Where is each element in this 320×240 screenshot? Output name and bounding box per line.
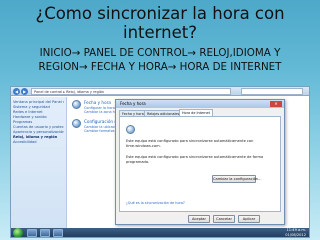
date-time-dialog: Fecha y hora ✕ Fecha y hora Relojes adic… xyxy=(115,99,285,225)
forward-icon[interactable]: ▶ xyxy=(21,88,28,95)
slide-title: ¿Como sincronizar la hora con internet? xyxy=(0,4,320,42)
back-icon[interactable]: ◀ xyxy=(13,88,20,95)
taskbar-clock[interactable]: 11:49 a.m. 01/08/2012 xyxy=(285,228,306,237)
tab-internet-time[interactable]: Hora de Internet xyxy=(179,109,213,116)
media-player-icon[interactable] xyxy=(40,229,50,237)
cancel-button[interactable]: Cancelar xyxy=(213,215,235,223)
internet-time-panel: Este equipo está configurado para sincro… xyxy=(119,116,281,212)
clock-date: 01/08/2012 xyxy=(285,233,306,237)
left-pane: Ventana principal del Panel de control S… xyxy=(11,97,67,228)
slide-subtitle: INICIO→ PANEL DE CONTROL→ RELOJ,IDIOMA Y… xyxy=(0,46,320,74)
sync-status-text: Este equipo está configurado para sincro… xyxy=(126,139,254,148)
ok-button[interactable]: Aceptar xyxy=(188,215,210,223)
change-settings-button[interactable]: Cambiar la configuración... xyxy=(212,175,262,183)
left-pane-item[interactable]: Accesibilidad xyxy=(13,140,64,145)
apply-button[interactable]: Aplicar xyxy=(238,215,260,223)
dialog-title: Fecha y hora xyxy=(120,101,146,106)
explorer-icon[interactable] xyxy=(27,229,37,237)
control-panel-icon[interactable] xyxy=(53,229,63,237)
dialog-titlebar: Fecha y hora ✕ xyxy=(116,100,284,108)
sync-schedule-text: Este equipo está configurado para sincro… xyxy=(126,155,264,164)
address-field[interactable]: Panel de control ▸ Reloj, idioma y regió… xyxy=(31,88,231,95)
windows-screenshot: ◀ ▶ Panel de control ▸ Reloj, idioma y r… xyxy=(10,86,310,238)
taskbar: 11:49 a.m. 01/08/2012 xyxy=(11,228,309,237)
subtitle-line-1: INICIO→ PANEL DE CONTROL→ RELOJ,IDIOMA Y xyxy=(39,47,281,59)
globe-icon xyxy=(72,119,81,128)
address-bar: ◀ ▶ Panel de control ▸ Reloj, idioma y r… xyxy=(11,87,309,96)
subtitle-line-2: REGION→ FECHA Y HORA→ HORA DE INTERNET xyxy=(38,61,282,73)
slide-title-text: ¿Como sincronizar la hora con internet? xyxy=(35,4,285,42)
globe-clock-icon xyxy=(126,125,135,134)
sync-help-link[interactable]: ¿Qué es la sincronización de hora? xyxy=(126,201,185,205)
clock-icon xyxy=(72,100,81,109)
category-title[interactable]: Fecha y hora xyxy=(84,100,111,105)
search-input[interactable] xyxy=(241,88,303,95)
close-icon[interactable]: ✕ xyxy=(270,101,282,107)
start-button-icon[interactable] xyxy=(13,228,23,237)
